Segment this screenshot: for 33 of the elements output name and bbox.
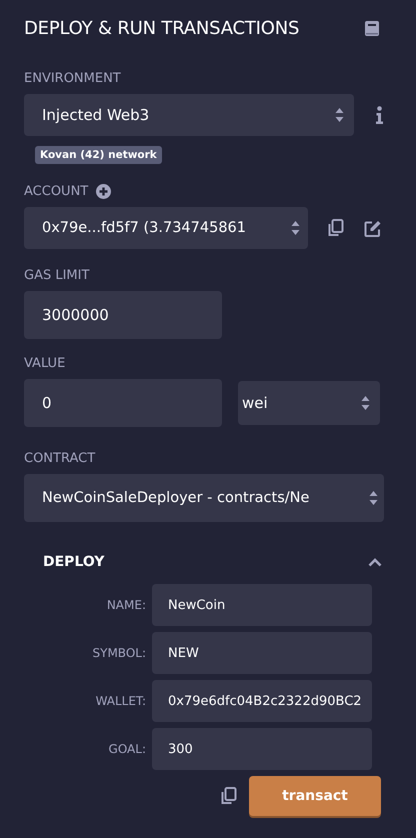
updown-caret-icon <box>369 490 378 506</box>
updown-caret-icon <box>335 107 344 123</box>
section-title: DEPLOY <box>43 554 104 570</box>
unit-select[interactable]: wei <box>238 381 380 425</box>
value-field[interactable]: 0 <box>24 379 222 427</box>
parameter-label: WALLET: <box>96 694 146 708</box>
field-label: VALUE <box>24 356 66 371</box>
plus-icon[interactable] <box>96 184 112 199</box>
updown-caret-icon <box>291 220 300 236</box>
parameter-label: NAME: <box>106 598 146 612</box>
gas-limit-field[interactable]: 3000000 <box>24 291 222 339</box>
parameter-field[interactable]: NewCoin <box>152 584 372 626</box>
info-icon[interactable] <box>376 106 383 124</box>
book-icon[interactable] <box>365 20 379 36</box>
panel-title: DEPLOY & RUN TRANSACTIONS <box>24 18 300 38</box>
network-badge: Kovan (42) network <box>35 146 162 164</box>
updown-caret-icon <box>361 395 370 411</box>
account-select[interactable]: 0x79e...fd5f7 (3.734745861 <box>24 207 308 249</box>
copy-icon[interactable] <box>221 787 237 805</box>
field-label: CONTRACT <box>24 451 96 466</box>
field-label: ACCOUNT <box>24 184 88 199</box>
parameter-label: SYMBOL: <box>92 646 146 660</box>
copy-icon[interactable] <box>328 219 344 237</box>
environment-select[interactable]: Injected Web3 <box>24 94 354 136</box>
field-label: GAS LIMIT <box>24 268 90 283</box>
parameter-field[interactable]: 0x79e6dfc04B2c2322d90BC2 <box>152 680 372 722</box>
parameter-field[interactable]: NEW <box>152 632 372 674</box>
chevron-up-icon[interactable] <box>368 558 382 566</box>
parameter-field[interactable]: 300 <box>152 728 372 770</box>
parameter-label: GOAL: <box>108 742 146 756</box>
edit-icon[interactable] <box>364 220 381 236</box>
contract-select[interactable]: NewCoinSaleDeployer - contracts/Ne <box>24 474 384 522</box>
field-label: ENVIRONMENT <box>24 71 121 86</box>
